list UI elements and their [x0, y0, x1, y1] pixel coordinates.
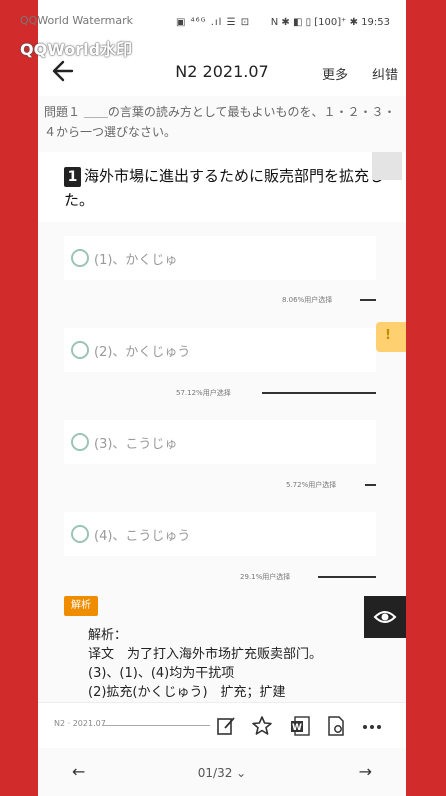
option-label: (1)、かくじゅ: [94, 253, 178, 268]
phone-screen: ▣ ⁴⁶ᴳ .ıl ☰ ⊡ N ✱ ◧ ▯ [100]⁺ ✱ 19:53 N2 …: [38, 0, 406, 796]
option-2-bar: [262, 392, 376, 394]
radio-circle-icon[interactable]: [71, 341, 89, 359]
correct-button[interactable]: 纠错: [372, 64, 398, 83]
eye-icon: [373, 611, 397, 623]
bottom-toolbar: N2 · 2021.07 W: [38, 702, 406, 749]
option-label: (3)、こうじゅ: [94, 437, 178, 452]
option-2-stat: 57.12%用户选择: [176, 389, 231, 397]
option-4-stat: 29.1%用户选择: [240, 573, 291, 581]
option-label: (2)、かくじゅう: [94, 345, 191, 360]
option-3[interactable]: (3)、こうじゅ: [64, 420, 376, 464]
watermark-small: QQWorld Watermark: [20, 14, 134, 27]
analysis-line-3: (2)拡充(かくじゅう) 扩充；扩建: [88, 685, 286, 700]
analysis-tag: 解析: [64, 596, 98, 616]
scroll-indicator: [372, 152, 402, 180]
question-text: 海外市場に進出するために販売部門を拡充した。: [64, 167, 385, 209]
option-1-bar: [360, 299, 376, 301]
page-title: N2 2021.07: [175, 62, 269, 81]
svg-text:W: W: [292, 723, 302, 733]
option-1-stat: 8.06%用户选择: [282, 296, 333, 304]
radio-circle-icon[interactable]: [71, 433, 89, 451]
side-help-label: !: [385, 328, 391, 343]
option-4[interactable]: (4)、こうじゅう: [64, 512, 376, 556]
option-1[interactable]: (1)、かくじゅ: [64, 236, 376, 280]
radio-circle-icon[interactable]: [71, 525, 89, 543]
settings-doc-icon[interactable]: [324, 714, 348, 738]
eye-button[interactable]: [364, 596, 406, 638]
next-arrow[interactable]: →: [359, 762, 372, 781]
side-help-button[interactable]: !: [376, 322, 406, 352]
instruction-text: 問題１ ＿＿の言葉の読み方として最もよいものを、１・２・３・４から一つ選びなさい…: [44, 105, 396, 139]
word-doc-icon[interactable]: W: [288, 714, 312, 738]
status-icons: ▣ ⁴⁶ᴳ .ıl ☰ ⊡: [176, 17, 251, 28]
option-3-bar: [365, 484, 376, 486]
option-label: (4)、こうじゅう: [94, 529, 191, 544]
more-button[interactable]: 更多: [322, 64, 348, 83]
toolbar-divider: [102, 725, 210, 726]
option-4-bar: [318, 576, 376, 578]
question-number: 1: [64, 167, 81, 187]
question-text-block: 1 海外市場に進出するために販売部門を拡充した。: [64, 164, 386, 212]
star-icon[interactable]: [250, 714, 274, 738]
question-card: 1 海外市場に進出するために販売部門を拡充した。: [38, 152, 406, 222]
option-2[interactable]: (2)、かくじゅう: [64, 328, 376, 372]
page-indicator[interactable]: 01/32 ⌄: [38, 766, 406, 780]
status-right: N ✱ ◧ ▯ [100]⁺ ✱ 19:53: [270, 17, 390, 28]
option-3-stat: 5.72%用户选择: [286, 481, 337, 489]
analysis-body: 解析： 译文 为了打入海外市场扩充贩卖部门。 (3)、(1)、(4)均为干扰项 …: [88, 626, 322, 702]
analysis-line-2: (3)、(1)、(4)均为干扰项: [88, 666, 235, 681]
analysis-translation: 译文 为了打入海外市场扩充贩卖部门。: [88, 647, 323, 662]
note-edit-icon[interactable]: [214, 714, 238, 738]
analysis-heading: 解析：: [88, 628, 128, 643]
radio-circle-icon[interactable]: [71, 249, 89, 267]
toolbar-label: N2 · 2021.07: [54, 719, 106, 728]
pager: ← 01/32 ⌄ →: [38, 748, 406, 796]
watermark-large: QQWorld水印: [20, 40, 133, 59]
more-dots-icon[interactable]: [360, 714, 384, 738]
